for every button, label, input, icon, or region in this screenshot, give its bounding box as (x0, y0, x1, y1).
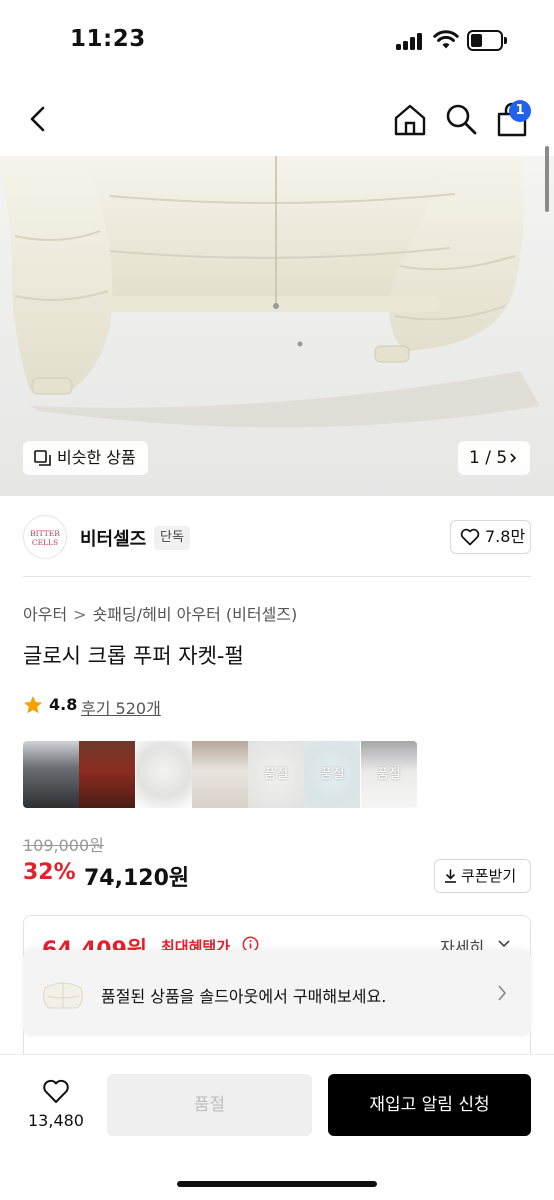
rating-score: 4.8 (49, 695, 78, 714)
exclusive-tag: 단독 (154, 526, 190, 550)
chevron-right-icon (498, 985, 507, 1001)
chevron-down-icon (498, 940, 510, 948)
review-count-link[interactable]: 후기 520개 (81, 695, 161, 719)
original-price: 109,000원 (23, 836, 104, 855)
chevron-right-icon: > (73, 605, 87, 624)
sale-price: 74,120원 (84, 866, 190, 891)
thumbnail[interactable] (23, 741, 79, 808)
soldout-banner[interactable]: 품절된 상품을 솔드아웃에서 구매해보세요. (23, 950, 531, 1036)
brand-logo[interactable]: BITTER CELLS (23, 515, 67, 559)
restock-alert-button[interactable]: 재입고 알림 신청 (328, 1074, 531, 1136)
similar-icon (34, 450, 51, 466)
thumbnail-soldout-label: 품절 (360, 741, 417, 808)
thumbnail-soldout-label: 품절 (248, 741, 305, 808)
brand-name[interactable]: 비터셀즈 (80, 525, 146, 551)
brand-logo-line1: BITTER (30, 529, 60, 538)
status-time: 11:23 (70, 26, 146, 52)
star-icon (24, 696, 42, 714)
download-icon (445, 869, 456, 883)
thumbnail[interactable] (135, 741, 192, 808)
thumbnail[interactable] (79, 741, 136, 808)
image-pager-label: 1 / 5 (469, 448, 508, 468)
signal-icon (396, 32, 426, 50)
brand-like-count: 7.8만 (485, 527, 526, 546)
divider (23, 576, 531, 577)
thumbnail[interactable]: 품절 (360, 741, 417, 808)
brand-row: BITTER CELLS 비터셀즈 단독 7.8만 (0, 512, 554, 564)
image-pager[interactable]: 1 / 5 (458, 441, 530, 475)
thumbnail-label (136, 741, 192, 808)
wishlist-button[interactable]: 13,480 (24, 1075, 88, 1137)
brand-logo-line2: CELLS (31, 538, 59, 547)
search-icon[interactable] (444, 102, 478, 136)
heart-icon (460, 528, 480, 546)
discount-rate: 32% (23, 860, 76, 885)
thumbnail[interactable]: 품절 (304, 741, 361, 808)
coupon-label: 쿠폰받기 (461, 867, 517, 885)
bottom-action-bar: 13,480 품절 재입고 알림 신청 (0, 1054, 554, 1200)
wishlist-count: 13,480 (28, 1111, 84, 1130)
thumbnail-label (23, 741, 79, 808)
coupon-button[interactable]: 쿠폰받기 (434, 859, 531, 893)
similar-products-label: 비슷한 상품 (57, 448, 136, 467)
thumbnail-strip: 품절 품절 품절 (23, 741, 417, 808)
chevron-right-icon (510, 453, 517, 463)
similar-products-button[interactable]: 비슷한 상품 (23, 441, 148, 475)
thumbnail-soldout-label: 품절 (304, 741, 361, 808)
soldout-button: 품절 (107, 1074, 312, 1136)
cart-count-badge: 1 (509, 100, 531, 122)
breadcrumb-category[interactable]: 아우터 (23, 605, 67, 624)
thumbnail-label (192, 741, 248, 808)
brand-like-button[interactable]: 7.8만 (450, 520, 531, 554)
breadcrumb: 아우터 > 숏패딩/헤비 아우터 (비터셀즈) (23, 601, 297, 625)
thumbnail[interactable] (191, 741, 248, 808)
wifi-icon (433, 30, 459, 49)
home-icon[interactable] (392, 102, 428, 138)
breadcrumb-subcategory[interactable]: 숏패딩/헤비 아우터 (비터셀즈) (93, 605, 298, 624)
heart-icon (43, 1079, 69, 1103)
thumbnail-label (79, 741, 135, 808)
soldout-product-thumbnail (37, 968, 89, 1020)
top-nav (0, 90, 554, 150)
status-bar: 11:23 (0, 0, 554, 80)
soldout-banner-text: 품절된 상품을 솔드아웃에서 구매해보세요. (101, 987, 387, 1006)
product-title: 글로시 크롭 푸퍼 자켓-펄 (23, 644, 244, 668)
scroll-indicator (545, 146, 549, 212)
back-icon[interactable] (24, 104, 54, 134)
home-indicator (177, 1181, 377, 1187)
battery-icon (467, 30, 507, 51)
thumbnail[interactable]: 품절 (248, 741, 305, 808)
